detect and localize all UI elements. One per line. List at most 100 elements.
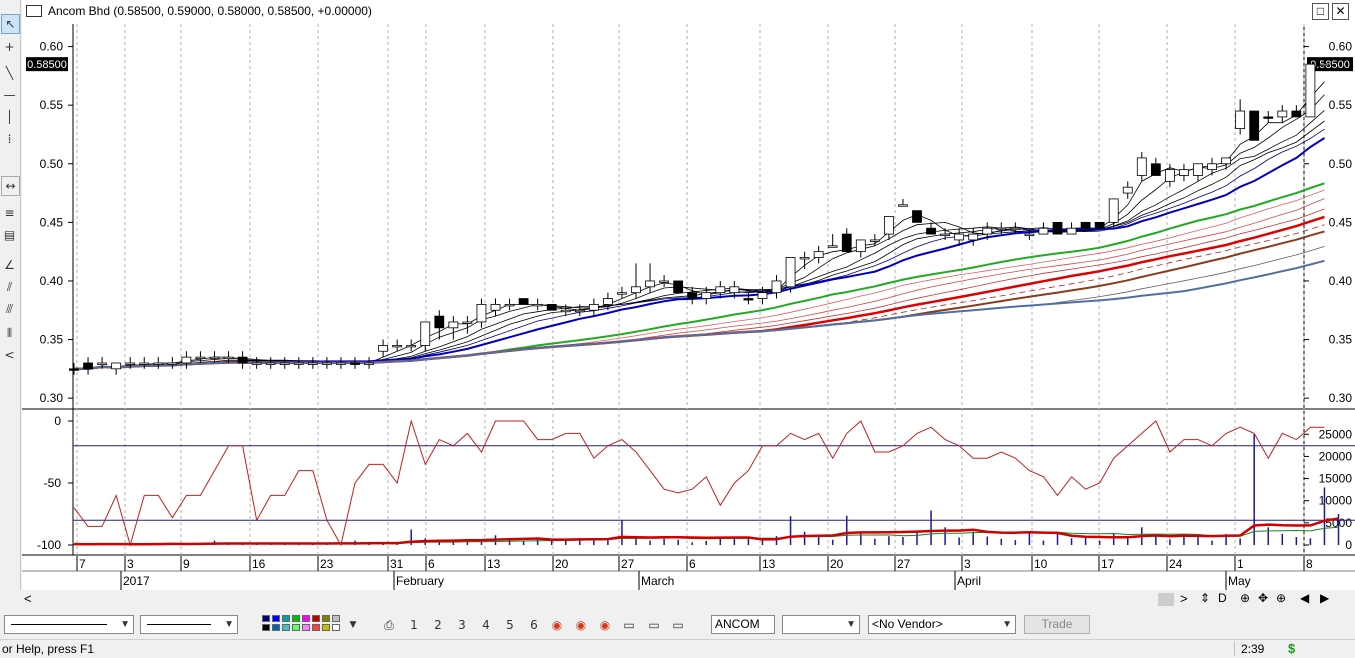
zoom-out-icon[interactable]: ⊕ [1276, 591, 1286, 605]
channel-tool-icon[interactable]: ≡ [1, 204, 18, 222]
layout-3-icon[interactable]: 3 [453, 616, 471, 634]
candle [518, 298, 529, 305]
day-tick-label: 27 [621, 557, 635, 571]
pointer-tool-icon[interactable]: ↖ [1, 14, 20, 34]
bars-tool-icon[interactable]: ⦀ [1, 324, 18, 342]
split-tool-icon[interactable]: ↔ [1, 176, 20, 196]
candle-body [1122, 186, 1133, 194]
trade-button[interactable]: Trade [1024, 615, 1090, 634]
vendor-select[interactable]: <No Vendor> ▼ [868, 615, 1016, 634]
candle-body [1136, 157, 1147, 176]
candle-body [97, 362, 107, 365]
zoom-in-icon[interactable]: ⊕ [1240, 591, 1250, 605]
day-tick-label: 3 [127, 557, 134, 571]
color-swatch[interactable] [272, 615, 280, 622]
close-button[interactable]: ✕ [1332, 3, 1349, 20]
browser-icon[interactable]: ◉ [548, 616, 566, 634]
color-swatch[interactable] [312, 615, 320, 622]
print-icon[interactable]: ⎙ [380, 616, 398, 634]
scroll-forward-icon[interactable]: ▶ [1320, 591, 1329, 605]
color-swatch[interactable] [282, 624, 290, 631]
layout-6-icon[interactable]: 6 [525, 616, 543, 634]
scroll-back-icon[interactable]: ◀ [1300, 591, 1309, 605]
gann-tool-icon[interactable]: ⫻ [1, 300, 18, 318]
color-swatch[interactable] [282, 615, 290, 622]
daily-period-button[interactable]: D [1218, 591, 1227, 605]
day-tick-label: 31 [390, 557, 404, 571]
status-time-pane: 2:39 [1234, 641, 1283, 656]
line-width-select[interactable]: ▼ [140, 615, 238, 634]
candle-body [1024, 233, 1035, 236]
layout-2-icon[interactable]: 2 [429, 616, 447, 634]
candle [1094, 221, 1105, 229]
color-palette[interactable] [262, 615, 352, 635]
angle-tool-icon[interactable]: ∠ [1, 256, 18, 274]
window-tile-icon[interactable]: ▭ [645, 616, 663, 634]
chart-canvas[interactable]: 0.60 0.60 0.55 0.55 0.50 0.50 0.45 0.45 0.40 0.40… [22, 24, 1355, 590]
color-swatch[interactable] [302, 624, 310, 631]
restore-button[interactable]: □ [1312, 3, 1329, 20]
price-tick-label-left: 0.35 [40, 333, 64, 347]
color-swatch[interactable] [292, 624, 300, 631]
candle-body [1150, 163, 1161, 176]
color-swatch[interactable] [332, 615, 340, 622]
price-tick-label-left: 0.60 [40, 40, 64, 54]
candle-body [69, 368, 79, 371]
candle-body [1249, 110, 1260, 141]
status-help-text: or Help, press F1 [2, 642, 95, 656]
compress-icon[interactable]: ⇕ [1200, 591, 1210, 605]
line-style-select[interactable]: ▼ [4, 615, 134, 634]
candle-body [757, 292, 768, 299]
fibonacci-tool-icon[interactable]: ⁞ [1, 130, 18, 148]
candle-body [982, 227, 993, 235]
layout-1-icon[interactable]: 1 [405, 616, 423, 634]
color-swatch[interactable] [262, 615, 270, 622]
color-swatch[interactable] [312, 624, 320, 631]
horizontal-scrollbar[interactable]: < > ⇕ D ⊕ ✥ ⊕ ◀ ▶ [0, 590, 1355, 608]
window-tile-icon[interactable]: ▭ [669, 616, 687, 634]
period-select[interactable]: ▼ [782, 615, 860, 634]
candle-body [195, 356, 206, 360]
candle-body [588, 303, 599, 311]
color-swatch[interactable] [332, 624, 340, 631]
candle [1249, 110, 1260, 141]
scroll-right-arrow-icon[interactable]: > [1180, 591, 1188, 606]
dollar-icon: $ [1288, 641, 1296, 656]
oscillator-tick-label: -50 [44, 476, 62, 490]
trendline-tool-icon[interactable]: ╲ [1, 64, 18, 82]
scroll-thumb[interactable] [1158, 593, 1174, 606]
color-swatch[interactable] [302, 615, 310, 622]
vertical-line-tool-icon[interactable]: │ [1, 108, 18, 126]
color-swatch[interactable] [322, 624, 330, 631]
wedge-tool-icon[interactable]: < [1, 346, 18, 364]
bottom-toolbar: ▼ ▼ ▼ ⎙ 1 2 3 4 5 6 ◉ ◉ ◉ ▭ ▭ ▭ ANCOM ▼ … [0, 610, 1355, 638]
color-swatch[interactable] [272, 624, 280, 631]
color-swatch[interactable] [262, 624, 270, 631]
palette-dropdown-icon[interactable]: ▼ [344, 616, 362, 634]
scroll-left-arrow-icon[interactable]: < [24, 591, 32, 606]
chevron-down-icon: ▼ [1002, 619, 1012, 630]
layout-5-icon[interactable]: 5 [501, 616, 519, 634]
horizontal-line-tool-icon[interactable]: — [1, 86, 18, 104]
candle-body [855, 239, 866, 253]
crosshair-tool-icon[interactable]: + [1, 38, 18, 56]
grid-tool-icon[interactable]: ▤ [1, 226, 18, 244]
fan-tool-icon[interactable]: ⫽ [1, 278, 18, 296]
browser-icon[interactable]: ◉ [572, 616, 590, 634]
browser-icon[interactable]: ◉ [596, 616, 614, 634]
symbol-input[interactable]: ANCOM [711, 615, 775, 634]
chevron-down-icon: ▼ [224, 619, 234, 630]
candle-body [181, 356, 192, 364]
vendor-value: <No Vendor> [872, 617, 943, 631]
color-swatch[interactable] [322, 615, 330, 622]
pan-icon[interactable]: ✥ [1258, 591, 1268, 605]
candle-body [1207, 163, 1217, 171]
candle-body [912, 210, 922, 223]
oscillator-tick-label: -100 [37, 538, 61, 552]
status-bar: or Help, press F1 2:39 $ [0, 639, 1355, 658]
window-tile-icon[interactable]: ▭ [620, 616, 638, 634]
day-tick-label: 7 [79, 557, 86, 571]
layout-4-icon[interactable]: 4 [477, 616, 495, 634]
color-swatch[interactable] [292, 615, 300, 622]
candle [1080, 221, 1091, 229]
